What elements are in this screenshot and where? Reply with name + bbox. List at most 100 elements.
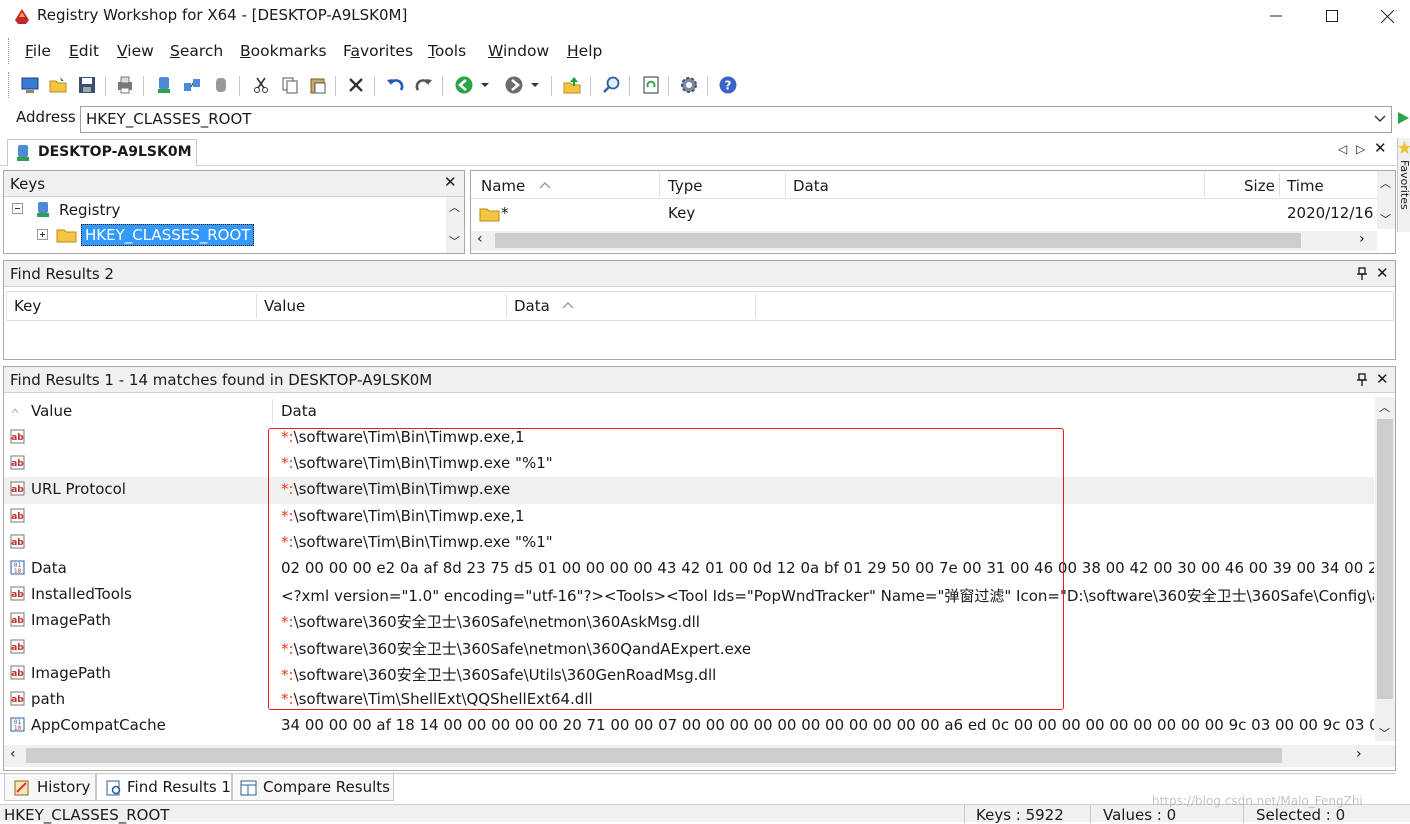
- scroll-thumb[interactable]: [1377, 419, 1393, 699]
- file-registry-button[interactable]: [210, 74, 232, 96]
- column-divider[interactable]: [256, 294, 257, 318]
- tab-history[interactable]: History: [4, 774, 96, 801]
- find1-vertical-scrollbar[interactable]: ︿ ﹀: [1375, 397, 1395, 741]
- scroll-thumb[interactable]: [26, 748, 1282, 763]
- menu-search[interactable]: Search: [170, 42, 223, 60]
- refresh-button[interactable]: [640, 74, 662, 96]
- tree-item-hkcr[interactable]: HKEY_CLASSES_ROOT: [81, 224, 255, 246]
- close-window-button[interactable]: [1364, 0, 1410, 32]
- table-row[interactable]: ab *:\software\Tim\Bin\Timwp.exe "%1": [4, 451, 1374, 477]
- table-row[interactable]: 01 10 AppCompatCache 34 00 00 00 af 18 14 0…: [4, 713, 1374, 739]
- values-row[interactable]: * Key 2020/12/16: [471, 201, 1375, 227]
- open-button[interactable]: [47, 74, 69, 96]
- forward-dropdown[interactable]: [528, 74, 542, 96]
- col-type[interactable]: Type: [668, 177, 702, 195]
- network-registry-button[interactable]: [181, 74, 203, 96]
- scroll-down-icon[interactable]: ﹀: [1380, 211, 1391, 227]
- col-data[interactable]: Data: [514, 297, 550, 315]
- scroll-down-icon[interactable]: ﹀: [1379, 725, 1390, 741]
- help-button[interactable]: ?: [717, 74, 739, 96]
- paste-button[interactable]: [307, 74, 329, 96]
- favorites-side-tab[interactable]: Favorites: [1397, 138, 1410, 232]
- col-value[interactable]: Value: [31, 402, 72, 420]
- minimize-button[interactable]: [1253, 0, 1299, 32]
- values-horizontal-scrollbar[interactable]: ‹ ›: [471, 231, 1377, 251]
- keys-panel-close-icon[interactable]: ✕: [444, 173, 457, 191]
- values-vertical-scrollbar[interactable]: ︿ ﹀: [1377, 171, 1395, 229]
- table-row[interactable]: ab path *:\software\Tim\ShellExt\QQShellEx…: [4, 687, 1374, 713]
- back-dropdown[interactable]: [478, 74, 492, 96]
- copy-button[interactable]: [279, 74, 301, 96]
- col-value[interactable]: Value: [264, 297, 305, 315]
- undo-button[interactable]: [384, 74, 406, 96]
- find1-close-icon[interactable]: ✕: [1376, 370, 1389, 388]
- cut-button[interactable]: [250, 74, 272, 96]
- menu-bookmarks[interactable]: Bookmarks: [240, 42, 327, 60]
- column-divider[interactable]: [272, 399, 273, 423]
- menu-help[interactable]: Help: [567, 42, 602, 60]
- tab-close-icon[interactable]: ✕: [1374, 139, 1387, 157]
- scroll-right-icon[interactable]: ›: [1356, 746, 1362, 762]
- menu-view[interactable]: View: [117, 42, 154, 60]
- table-row[interactable]: ab *:\software\Tim\Bin\Timwp.exe,1: [4, 425, 1374, 451]
- table-row[interactable]: ab ImagePath *:\software\360安全卫士\360Safe\n…: [4, 608, 1374, 634]
- pin-icon[interactable]: [1356, 373, 1368, 387]
- save-button[interactable]: [76, 74, 98, 96]
- tree-item-registry[interactable]: Registry: [59, 201, 120, 219]
- scroll-up-icon[interactable]: ︿: [449, 199, 460, 215]
- options-button[interactable]: [678, 74, 700, 96]
- registry-button[interactable]: [153, 74, 175, 96]
- column-divider[interactable]: [1279, 173, 1280, 197]
- tab-scroll-left-icon[interactable]: ◁: [1338, 142, 1347, 156]
- column-divider[interactable]: [755, 294, 756, 318]
- menu-window[interactable]: Window: [488, 42, 549, 60]
- col-time[interactable]: Time: [1287, 177, 1324, 195]
- tree-expander[interactable]: [12, 202, 26, 216]
- pin-icon[interactable]: [1356, 267, 1368, 281]
- address-input[interactable]: HKEY_CLASSES_ROOT: [80, 106, 1392, 133]
- address-dropdown[interactable]: [1370, 107, 1390, 131]
- maximize-button[interactable]: [1309, 0, 1355, 32]
- find-button[interactable]: [600, 74, 622, 96]
- keys-vertical-scrollbar[interactable]: ︿ ﹀: [446, 197, 464, 253]
- find1-horizontal-scrollbar[interactable]: ‹ ›: [4, 745, 1395, 767]
- table-row[interactable]: ab ImagePath *:\software\360安全卫士\360Safe\U…: [4, 661, 1374, 687]
- delete-button[interactable]: [345, 74, 367, 96]
- menu-file[interactable]: File: [25, 42, 51, 60]
- tab-compare-results[interactable]: Compare Results: [232, 774, 394, 801]
- scroll-right-icon[interactable]: ›: [1359, 231, 1365, 247]
- forward-button[interactable]: [503, 74, 525, 96]
- table-row[interactable]: ab URL Protocol *:\software\Tim\Bin\Timwp.…: [4, 477, 1374, 504]
- col-key[interactable]: Key: [14, 297, 41, 315]
- scroll-down-icon[interactable]: ﹀: [449, 233, 460, 249]
- table-row[interactable]: ab *:\software\Tim\Bin\Timwp.exe "%1": [4, 530, 1374, 556]
- redo-button[interactable]: [413, 74, 435, 96]
- table-row[interactable]: 01 10 Data 02 00 00 00 e2 0a af 8d 23 75 d5…: [4, 556, 1374, 582]
- scroll-left-icon[interactable]: ‹: [477, 231, 483, 247]
- scroll-up-icon[interactable]: ︿: [1380, 175, 1391, 191]
- scroll-left-icon[interactable]: ‹: [10, 746, 16, 762]
- scroll-up-icon[interactable]: ︿: [1379, 399, 1390, 415]
- go-button[interactable]: [1397, 108, 1410, 128]
- column-divider[interactable]: [785, 173, 786, 197]
- print-button[interactable]: [114, 74, 136, 96]
- col-data[interactable]: Data: [793, 177, 829, 195]
- connect-button[interactable]: [19, 74, 41, 96]
- col-data[interactable]: Data: [281, 402, 317, 420]
- scroll-thumb[interactable]: [495, 233, 1301, 248]
- up-level-button[interactable]: [561, 74, 583, 96]
- menu-tools[interactable]: Tools: [428, 42, 466, 60]
- table-row[interactable]: ab InstalledTools <?xml version="1.0" enco…: [4, 582, 1374, 608]
- column-divider[interactable]: [506, 294, 507, 318]
- tab-scroll-right-icon[interactable]: ▷: [1356, 142, 1365, 156]
- column-divider[interactable]: [1204, 173, 1205, 197]
- find2-close-icon[interactable]: ✕: [1376, 264, 1389, 282]
- tree-expander[interactable]: [37, 228, 51, 242]
- tab-find-results-1[interactable]: Find Results 1: [96, 774, 232, 801]
- col-name[interactable]: Name: [481, 177, 525, 195]
- col-size[interactable]: Size: [1244, 177, 1275, 195]
- tab-desktop[interactable]: DESKTOP-A9LSK0M: [7, 139, 197, 166]
- table-row[interactable]: ab *:\software\360安全卫士\360Safe\netmon\360…: [4, 635, 1374, 661]
- back-button[interactable]: [453, 74, 475, 96]
- column-divider[interactable]: [659, 173, 660, 197]
